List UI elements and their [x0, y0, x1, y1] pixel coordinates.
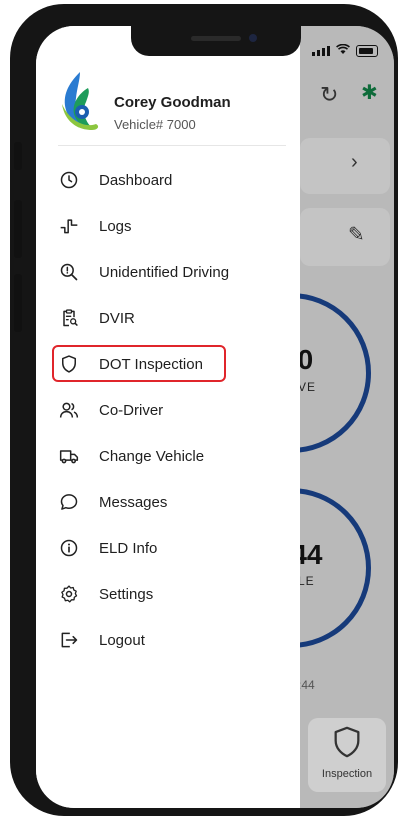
user-profile: Corey Goodman Vehicle# 7000: [58, 70, 231, 134]
menu-item-messages[interactable]: Messages: [58, 484, 167, 520]
info-icon: [58, 537, 80, 559]
menu-item-change-vehicle[interactable]: Change Vehicle: [58, 438, 204, 474]
background-card: [300, 138, 390, 194]
menu-item-label: Change Vehicle: [99, 447, 205, 465]
logout-icon: [58, 629, 80, 651]
menu-item-label: Logs: [99, 217, 132, 235]
menu-item-dot-inspection[interactable]: DOT Inspection: [58, 346, 203, 382]
shield-icon: [330, 724, 364, 765]
users-icon: [58, 399, 80, 421]
gear-icon: [58, 583, 80, 605]
inspection-label: Inspection: [321, 768, 373, 780]
truck-icon: [58, 445, 80, 467]
background-time: :44: [298, 678, 315, 692]
menu-item-dashboard[interactable]: Dashboard: [58, 162, 172, 198]
bluetooth-icon[interactable]: ✱: [361, 80, 378, 105]
logs-graph-icon: [58, 215, 80, 237]
signal-icon: [312, 46, 330, 56]
menu-item-label: Co-Driver: [99, 401, 164, 419]
status-bar: [312, 43, 378, 58]
background-card: [300, 208, 390, 266]
mute-switch: [14, 142, 22, 170]
menu-item-logout[interactable]: Logout: [58, 622, 145, 658]
chat-icon: [58, 491, 80, 513]
menu-item-label: DOT Inspection: [99, 355, 203, 373]
navigation-drawer: Corey Goodman Vehicle# 7000 Dashboard Lo…: [36, 26, 300, 808]
app-logo: [62, 72, 99, 130]
menu-item-label: Messages: [99, 493, 168, 511]
clock-icon: [58, 169, 80, 191]
volume-down-button: [14, 274, 22, 332]
menu-item-logs[interactable]: Logs: [58, 208, 132, 244]
menu-item-label: DVIR: [99, 309, 135, 327]
phone-frame: ↻ ✱ › ✎ 00 VE :44 LE :44 Inspection: [10, 4, 398, 816]
volume-up-button: [14, 200, 22, 258]
cycle-timer-label: LE: [298, 574, 315, 588]
front-camera: [249, 34, 257, 42]
search-alert-icon: [58, 261, 80, 283]
shield-icon: [58, 353, 80, 375]
phone-notch: [131, 26, 301, 56]
inspection-button[interactable]: Inspection: [308, 718, 386, 792]
menu-item-label: Logout: [99, 631, 145, 649]
menu-item-eld-info[interactable]: ELD Info: [58, 530, 157, 566]
clipboard-search-icon: [58, 307, 80, 329]
menu-item-dvir[interactable]: DVIR: [58, 300, 135, 336]
chevron-right-icon[interactable]: ›: [351, 151, 358, 174]
edit-icon[interactable]: ✎: [348, 222, 365, 247]
menu-item-label: Dashboard: [99, 171, 173, 189]
menu-item-label: ELD Info: [99, 539, 158, 557]
drive-timer-label: VE: [298, 380, 317, 394]
user-name: Corey Goodman: [114, 94, 231, 111]
sync-icon[interactable]: ↻: [320, 82, 338, 108]
menu-item-label: Unidentified Driving: [99, 263, 230, 281]
wifi-icon: [336, 43, 350, 58]
menu-item-unidentified-driving[interactable]: Unidentified Driving: [58, 254, 229, 290]
vehicle-number: Vehicle# 7000: [114, 117, 196, 132]
menu-item-label: Settings: [99, 585, 154, 603]
speaker-grille: [191, 36, 241, 41]
divider: [58, 145, 286, 146]
battery-icon: [356, 45, 378, 57]
menu-item-co-driver[interactable]: Co-Driver: [58, 392, 163, 428]
phone-screen: ↻ ✱ › ✎ 00 VE :44 LE :44 Inspection: [36, 26, 394, 808]
menu-item-settings[interactable]: Settings: [58, 576, 153, 612]
